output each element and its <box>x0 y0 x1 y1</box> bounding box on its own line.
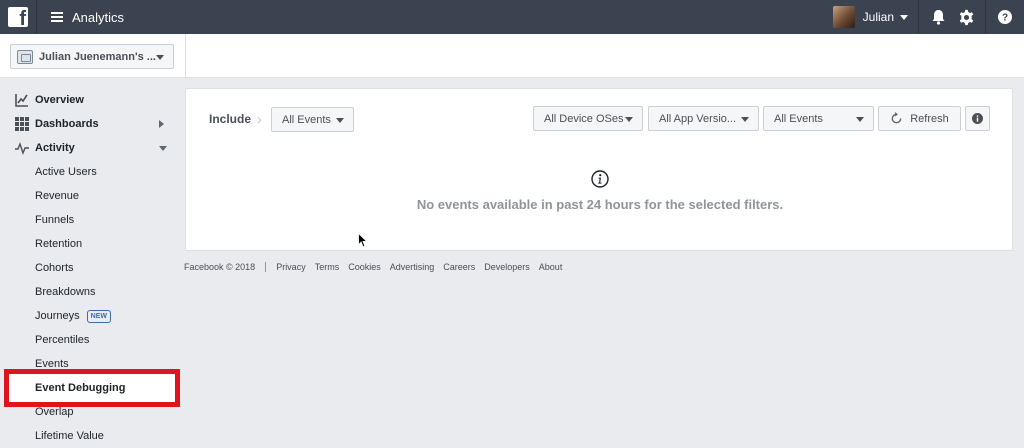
chevron-down-icon <box>856 117 864 122</box>
app-title: Analytics <box>72 9 125 25</box>
footer-link-developers[interactable]: Developers <box>484 262 530 272</box>
topbar-divider <box>918 0 919 34</box>
dropdown-value: All Events <box>774 112 823 125</box>
mouse-cursor-icon <box>358 233 368 248</box>
sidebar-item-label: Journeys <box>35 310 80 322</box>
sidebar-item-cohorts[interactable]: Cohorts <box>35 260 74 276</box>
activity-pulse-icon <box>15 141 29 155</box>
footer-link-careers[interactable]: Careers <box>443 262 475 272</box>
event-debugging-panel: Include › All Events All Device OSes All… <box>185 88 1013 251</box>
chevron-right-icon: › <box>257 111 262 127</box>
sidebar-item-event-debugging[interactable]: Event Debugging <box>35 380 125 396</box>
user-menu-caret-icon[interactable] <box>900 14 908 20</box>
sidebar-item-label: Activity <box>35 142 75 154</box>
footer-link-terms[interactable]: Terms <box>315 262 340 272</box>
sidebar-item-retention[interactable]: Retention <box>35 236 82 252</box>
chevron-down-icon <box>741 117 749 122</box>
account-bar: Julian Juenemann's ... <box>0 34 1024 78</box>
sidebar-item-dashboards[interactable]: Dashboards <box>15 116 99 132</box>
sidebar-item-overview[interactable]: Overview <box>15 92 84 108</box>
footer-link-cookies[interactable]: Cookies <box>348 262 381 272</box>
footer-copyright: Facebook © 2018 <box>184 262 256 272</box>
sidebar: Overview Dashboards Activity Active User… <box>0 79 184 448</box>
app-icon <box>17 49 33 64</box>
info-button[interactable] <box>965 106 990 131</box>
new-badge: NEW <box>86 309 111 323</box>
topbar-right: Julian ? <box>832 0 1024 34</box>
sidebar-item-funnels[interactable]: Funnels <box>35 212 74 228</box>
topbar-divider <box>36 0 37 34</box>
sidebar-item-overlap[interactable]: Overlap <box>35 404 74 420</box>
hamburger-menu-icon[interactable] <box>51 12 63 22</box>
dropdown-value: All App Versio... <box>659 112 737 125</box>
selected-item-highlight: Event Debugging <box>4 369 180 407</box>
top-bar: f Analytics Julian ? <box>0 0 1024 34</box>
device-os-filter[interactable]: All Device OSes <box>533 106 643 131</box>
include-label: Include <box>209 112 252 126</box>
chevron-right-icon[interactable] <box>159 120 164 128</box>
refresh-button[interactable]: Refresh <box>878 106 961 131</box>
dropdown-value: All Device OSes <box>544 112 624 125</box>
dashboards-grid-icon <box>15 117 29 131</box>
notifications-bell-icon[interactable] <box>929 8 947 26</box>
user-avatar[interactable] <box>832 6 855 28</box>
user-name[interactable]: Julian <box>863 10 894 24</box>
account-name: Julian Juenemann's ... <box>39 50 156 63</box>
sidebar-item-breakdowns[interactable]: Breakdowns <box>35 284 96 300</box>
refresh-icon <box>891 112 902 124</box>
chevron-down-icon <box>625 117 633 122</box>
sidebar-item-label: Overview <box>35 94 84 106</box>
facebook-logo-icon[interactable]: f <box>8 7 28 27</box>
sidebar-item-percentiles[interactable]: Percentiles <box>35 332 89 348</box>
empty-state-message: No events available in past 24 hours for… <box>416 197 784 212</box>
footer: Facebook © 2018 Privacy Terms Cookies Ad… <box>184 262 571 272</box>
refresh-label: Refresh <box>910 112 949 125</box>
chevron-down-icon[interactable] <box>159 146 167 151</box>
svg-text:?: ? <box>1002 13 1008 24</box>
sidebar-item-journeys[interactable]: Journeys NEW <box>35 308 111 324</box>
sidebar-item-lifetime-value[interactable]: Lifetime Value <box>35 428 104 444</box>
sidebar-item-activity[interactable]: Activity <box>15 140 75 156</box>
sidebar-item-label: Dashboards <box>35 118 99 130</box>
app-version-filter[interactable]: All App Versio... <box>648 106 759 131</box>
topbar-divider <box>985 0 986 34</box>
sidebar-item-revenue[interactable]: Revenue <box>35 188 79 204</box>
help-question-icon[interactable]: ? <box>996 8 1014 26</box>
events-filter[interactable]: All Events <box>763 106 874 131</box>
footer-link-about[interactable]: About <box>539 262 563 272</box>
include-events-dropdown[interactable]: All Events <box>271 107 354 132</box>
info-circle-icon <box>591 170 609 188</box>
settings-gear-icon[interactable] <box>957 8 975 26</box>
chevron-down-icon <box>336 118 344 123</box>
info-icon <box>972 113 983 124</box>
account-selector[interactable]: Julian Juenemann's ... <box>10 44 174 69</box>
account-bar-divider <box>185 34 186 78</box>
chevron-down-icon <box>156 55 164 60</box>
overview-chart-icon <box>15 94 28 107</box>
footer-link-advertising[interactable]: Advertising <box>390 262 435 272</box>
facebook-logo-letter: f <box>19 8 26 27</box>
sidebar-item-active-users[interactable]: Active Users <box>35 164 97 180</box>
dropdown-value: All Events <box>282 113 331 126</box>
footer-link-privacy[interactable]: Privacy <box>276 262 306 272</box>
footer-divider <box>265 262 267 272</box>
